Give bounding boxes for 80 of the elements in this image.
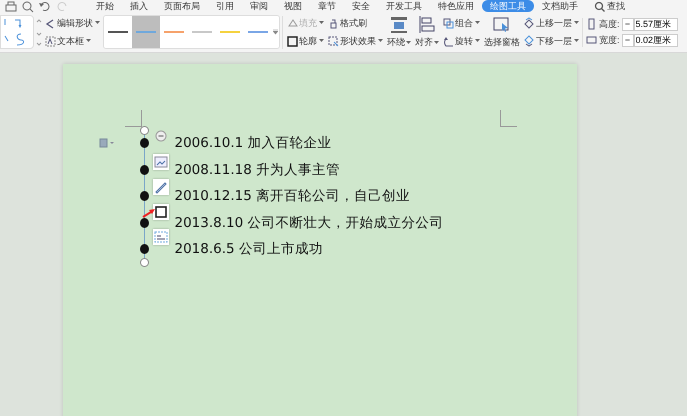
ribbon-tab[interactable]: 页面布局 [156,0,208,12]
caret-icon [95,21,100,25]
bullet-dot [140,164,148,175]
decrease-button[interactable]: − [622,34,634,46]
width-label: 宽度: [599,34,620,46]
text-wrap-icon[interactable] [152,229,168,245]
pen-icon[interactable] [152,179,168,195]
print-preview-icon [21,0,35,12]
width-field[interactable]: 0.02厘米 [634,34,678,46]
timeline-entry: 2013.8.10 公司不断壮大，开始成立分公司 [174,214,444,232]
ribbon-tab[interactable]: 章节 [310,0,344,12]
align-button[interactable]: 对齐 [414,15,440,49]
text-box-icon [45,36,56,46]
ribbon-tab[interactable]: 插入 [122,0,156,12]
crop-mark [500,110,516,127]
ribbon-tab[interactable]: 开始 [88,0,122,12]
resize-handle[interactable] [140,258,148,267]
selection-pane-button[interactable]: 选择窗格 [483,15,521,49]
bullet-dot [140,138,148,148]
height-field[interactable]: 5.57厘米 [634,18,678,30]
caret-icon [378,39,383,43]
timeline-entry: 2006.10.1 加入百轮企业 [174,134,332,152]
caret-icon [434,40,439,44]
timeline-entry: 2010.12.15 离开百轮公司，自己创业 [174,187,410,206]
search-icon [594,0,605,12]
rotate-button[interactable]: 旋转 [442,34,481,48]
height-icon [586,18,597,30]
bullet-dot [140,244,148,254]
align-icon [417,15,437,35]
bring-forward-button[interactable]: 上移一层 [523,16,580,30]
effects-icon [328,36,339,46]
text-box-button[interactable]: 文本框 [44,34,101,48]
undo-icon [38,0,52,12]
crop-mark [124,110,142,127]
caret-icon [319,39,324,43]
group-icon [443,18,454,28]
caret-icon [406,40,411,44]
format-painter-button[interactable]: 格式刷 [327,16,384,30]
wrap-text-icon [389,15,409,35]
ribbon-tab[interactable]: 文档助手 [534,0,586,12]
layer-down-icon [524,35,535,47]
resize-handle[interactable] [140,126,148,135]
caret-icon [574,21,579,25]
bucket-icon [287,18,298,28]
width-icon [586,34,597,46]
ribbon-tab[interactable]: 开发工具 [378,0,430,12]
decrease-button[interactable]: − [622,18,634,30]
square-icon[interactable] [152,204,168,220]
timeline-entry: 2018.6.5 公司上市成功 [174,240,323,258]
ribbon-tab[interactable]: 特色应用 [430,0,482,12]
caret-icon [574,39,579,43]
group-button[interactable]: 组合 [442,16,481,30]
height-label: 高度: [599,18,620,30]
timeline-entry: 2008.11.18 升为人事主管 [174,160,340,179]
ribbon-tab[interactable]: 引用 [208,0,242,12]
edit-shape-icon [45,18,56,28]
gallery-scroll-icon[interactable] [36,17,42,47]
bullet-dot [140,191,148,202]
send-backward-button[interactable]: 下移一层 [523,34,580,48]
outline-button[interactable]: 轮廓 [286,34,325,48]
square-icon [287,36,298,46]
caret-icon [475,21,480,25]
ribbon-tab[interactable]: 视图 [276,0,310,12]
collapse-icon[interactable] [154,130,166,142]
search-button[interactable]: 查找 [586,0,633,12]
caret-icon [86,39,91,43]
shape-gallery[interactable] [0,15,34,49]
wrap-button[interactable]: 环绕 [386,15,412,49]
caret-icon [475,39,480,43]
print-icon [4,0,18,12]
shape-effects-button[interactable]: 形状效果 [327,34,384,48]
rotate-icon [443,36,454,46]
picture-icon[interactable] [152,154,168,170]
edit-shape-button[interactable]: 编辑形状 [44,16,101,30]
ribbon-tab[interactable]: 审阅 [242,0,276,12]
caret-icon [319,21,324,25]
ribbon-tab[interactable]: 安全 [344,0,378,12]
brush-icon [328,18,339,28]
layer-up-icon [524,17,535,29]
bullet-dot [140,218,148,228]
